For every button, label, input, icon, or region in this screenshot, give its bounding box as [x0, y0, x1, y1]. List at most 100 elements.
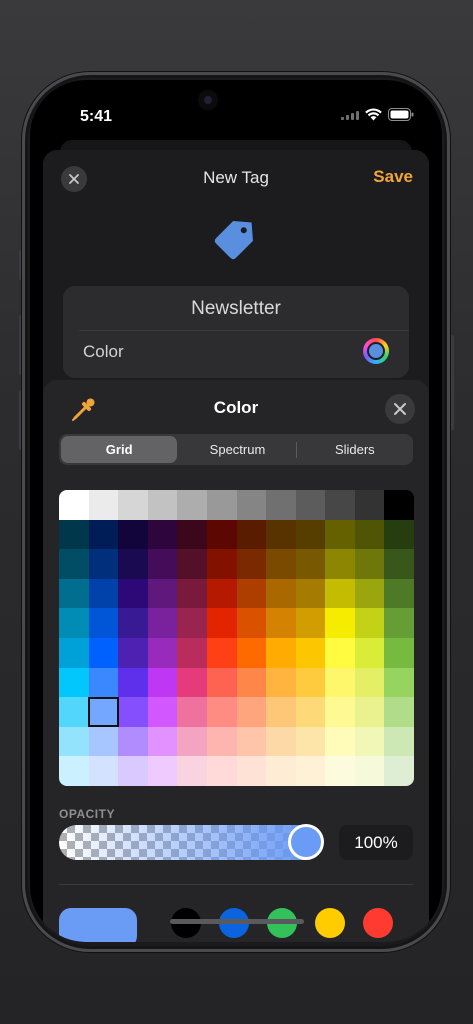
opacity-value-field[interactable]: 100% [339, 825, 413, 860]
color-grid-cell[interactable] [147, 667, 178, 698]
color-grid-cell[interactable] [177, 726, 207, 757]
color-grid-cell[interactable] [266, 578, 296, 609]
color-grid-cell[interactable] [88, 726, 119, 757]
color-grid-cell[interactable] [118, 490, 148, 520]
color-grid-cell[interactable] [147, 608, 178, 638]
color-grid-cell[interactable] [325, 667, 355, 698]
color-grid-cell[interactable] [147, 726, 178, 757]
color-grid-cell[interactable] [206, 519, 237, 550]
color-grid-cell[interactable] [325, 519, 355, 550]
color-grid-cell[interactable] [206, 726, 237, 757]
color-grid-cell[interactable] [384, 756, 414, 786]
color-grid-cell[interactable] [206, 490, 237, 520]
tab-grid[interactable]: Grid [61, 436, 178, 463]
color-grid-cell[interactable] [118, 578, 148, 609]
color-grid-cell[interactable] [118, 726, 148, 757]
color-grid-cell[interactable] [206, 697, 237, 727]
color-grid-cell[interactable] [147, 549, 178, 579]
color-grid-cell[interactable] [88, 519, 119, 550]
color-grid-cell[interactable] [59, 549, 89, 579]
color-grid-cell[interactable] [177, 490, 207, 520]
color-grid-cell[interactable] [295, 490, 326, 520]
color-grid-cell[interactable] [295, 726, 326, 757]
color-grid-cell[interactable] [88, 667, 119, 698]
color-grid-cell[interactable] [147, 490, 178, 520]
color-grid-cell[interactable] [325, 726, 355, 757]
color-grid-cell[interactable] [266, 756, 296, 786]
color-grid-cell[interactable] [384, 697, 414, 727]
color-grid-cell[interactable] [295, 697, 326, 727]
color-grid-cell[interactable] [59, 756, 89, 786]
color-grid-cell[interactable] [384, 608, 414, 638]
color-grid-cell[interactable] [236, 549, 267, 579]
color-grid-cell[interactable] [88, 608, 119, 638]
color-grid-cell[interactable] [118, 549, 148, 579]
color-grid-cell[interactable] [236, 578, 267, 609]
color-grid-cell[interactable] [266, 490, 296, 520]
color-grid-cell[interactable] [295, 578, 326, 609]
color-grid-cell[interactable] [384, 726, 414, 757]
opacity-slider[interactable] [59, 825, 322, 860]
color-grid-cell[interactable] [384, 667, 414, 698]
color-grid-cell[interactable] [325, 549, 355, 579]
color-grid-cell[interactable] [236, 519, 267, 550]
close-picker-button[interactable] [385, 394, 415, 424]
color-grid-cell[interactable] [177, 756, 207, 786]
color-grid-cell[interactable] [88, 638, 119, 668]
color-grid-cell[interactable] [147, 756, 178, 786]
color-grid-cell[interactable] [177, 549, 207, 579]
color-grid-cell[interactable] [354, 490, 385, 520]
color-grid-cell[interactable] [295, 608, 326, 638]
color-grid-cell[interactable] [354, 697, 385, 727]
opacity-slider-thumb[interactable] [288, 824, 324, 860]
color-grid-cell[interactable] [236, 638, 267, 668]
tag-name-field[interactable]: Newsletter [63, 298, 409, 320]
color-grid-cell[interactable] [236, 697, 267, 727]
color-grid-cell[interactable] [88, 490, 119, 520]
swatch-red[interactable] [363, 908, 393, 938]
color-grid-cell[interactable] [325, 578, 355, 609]
color-grid-cell[interactable] [266, 638, 296, 668]
color-grid-cell[interactable] [59, 697, 89, 727]
color-grid-cell[interactable] [118, 756, 148, 786]
color-grid-cell[interactable] [206, 549, 237, 579]
color-grid-cell[interactable] [206, 608, 237, 638]
swatch-yellow[interactable] [315, 908, 345, 938]
color-grid-cell[interactable] [206, 578, 237, 609]
color-grid-cell[interactable] [177, 519, 207, 550]
color-grid-cell[interactable] [384, 578, 414, 609]
color-grid-cell[interactable] [177, 667, 207, 698]
color-grid-cell[interactable] [59, 608, 89, 638]
color-grid-cell[interactable] [59, 726, 89, 757]
color-grid-cell[interactable] [354, 519, 385, 550]
color-grid-cell[interactable] [59, 490, 89, 520]
color-grid-cell[interactable] [236, 756, 267, 786]
color-well-button[interactable] [363, 338, 389, 364]
color-grid-cell[interactable] [236, 667, 267, 698]
color-grid-cell[interactable] [88, 756, 119, 786]
color-grid-cell[interactable] [147, 578, 178, 609]
color-grid-cell[interactable] [266, 667, 296, 698]
color-grid-cell[interactable] [295, 667, 326, 698]
color-grid-cell[interactable] [88, 578, 119, 609]
color-grid-cell[interactable] [118, 638, 148, 668]
color-grid-cell[interactable] [384, 519, 414, 550]
color-grid-cell[interactable] [177, 578, 207, 609]
color-grid-cell[interactable] [354, 667, 385, 698]
color-grid-cell[interactable] [236, 490, 267, 520]
color-grid-cell[interactable] [354, 638, 385, 668]
color-grid-cell[interactable] [59, 519, 89, 550]
color-grid-cell[interactable] [206, 667, 237, 698]
tab-sliders[interactable]: Sliders [297, 436, 413, 463]
color-grid-cell[interactable] [147, 519, 178, 550]
color-grid-cell[interactable] [177, 608, 207, 638]
color-grid-cell[interactable] [118, 608, 148, 638]
color-grid-cell[interactable] [147, 697, 178, 727]
color-grid-cell[interactable] [266, 608, 296, 638]
color-grid-cell[interactable] [295, 756, 326, 786]
color-grid-cell[interactable] [325, 697, 355, 727]
color-grid-cell[interactable] [266, 519, 296, 550]
color-grid-cell[interactable] [118, 667, 148, 698]
color-grid-cell[interactable] [88, 549, 119, 579]
color-grid-cell[interactable] [354, 578, 385, 609]
